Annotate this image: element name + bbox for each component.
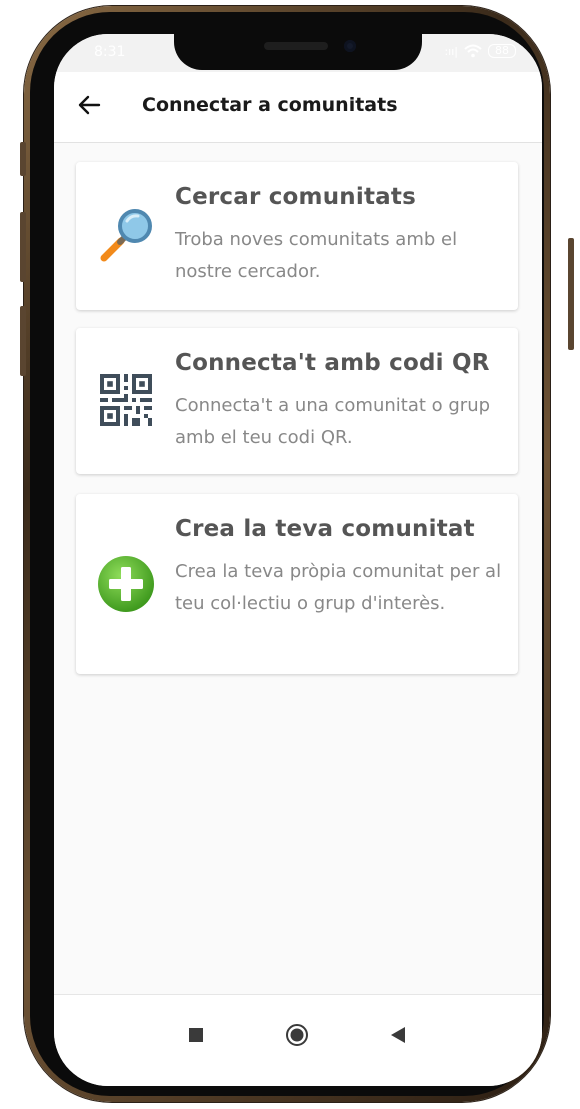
notch: [174, 34, 422, 70]
phone-volume-up: [20, 212, 26, 282]
app-bar: Connectar a comunitats: [54, 72, 542, 143]
home-button[interactable]: [277, 1015, 317, 1055]
magnifier-icon: [96, 205, 156, 265]
page-title: Connectar a comunitats: [142, 94, 398, 116]
option-card-qr[interactable]: Connecta't amb codi QR Connecta't a una …: [76, 328, 518, 474]
battery-icon: 88: [488, 44, 516, 58]
speaker: [264, 42, 328, 50]
signal-icon: :ıı|: [444, 44, 458, 58]
back-button[interactable]: [74, 90, 104, 120]
camera: [344, 40, 356, 52]
triangle-back-icon: [391, 1027, 405, 1043]
qr-code-icon: [96, 370, 156, 430]
circle-icon: [286, 1024, 308, 1046]
option-title: Connecta't amb codi QR: [175, 350, 490, 376]
system-nav-bar: [54, 994, 542, 1086]
option-description: Connecta't a una comunitat o grup amb el…: [175, 395, 491, 448]
phone-volume-down: [20, 306, 26, 376]
option-title: Crea la teva comunitat: [175, 516, 475, 542]
option-title: Cercar comunitats: [175, 184, 416, 210]
square-icon: [189, 1028, 203, 1042]
phone-mute-switch: [20, 142, 26, 176]
arrow-left-icon: [78, 95, 101, 115]
wifi-icon: [464, 44, 482, 58]
screen: 8:31 :ıı| 88 Connectar a comunitats Cerc…: [54, 34, 542, 1086]
status-time: 8:31: [94, 44, 126, 60]
status-icons: :ıı| 88: [444, 44, 516, 58]
option-description: Troba noves comunitats amb el nostre cer…: [175, 229, 458, 282]
back-nav-button[interactable]: [378, 1015, 418, 1055]
option-card-create[interactable]: Crea la teva comunitat Crea la teva pròp…: [76, 494, 518, 674]
recents-button[interactable]: [176, 1015, 216, 1055]
phone-power-button: [568, 238, 574, 350]
option-card-search[interactable]: Cercar comunitats Troba noves comunitats…: [76, 162, 518, 310]
option-description: Crea la teva pròpia comunitat per al teu…: [175, 561, 502, 614]
plus-circle-icon: [96, 554, 156, 614]
